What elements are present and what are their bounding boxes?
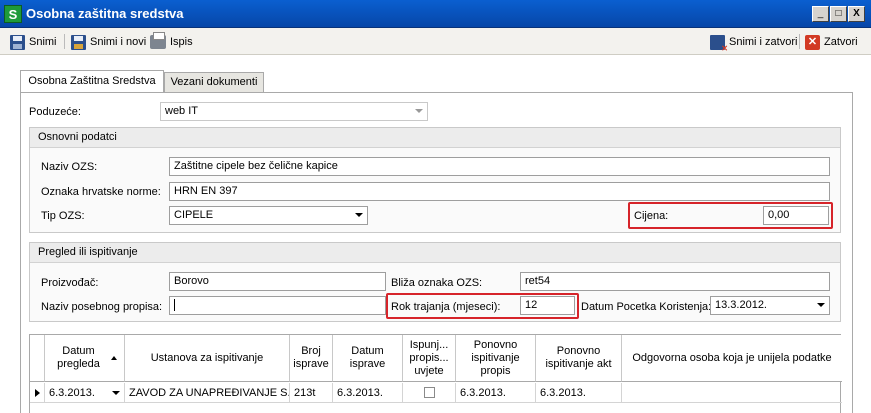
- title-bar: S Osobna zaštitna sredstva _ □ X: [0, 0, 871, 28]
- regulation-label: Naziv posebnog propisa:: [41, 301, 163, 313]
- cell-ponovno-propis[interactable]: 6.3.2013.: [456, 383, 536, 403]
- print-button[interactable]: Ispis: [150, 32, 193, 51]
- save-close-button[interactable]: Snimi i zatvori: [710, 33, 798, 53]
- cell-value: 6.3.2013.: [49, 386, 95, 399]
- row-indicator[interactable]: [30, 383, 45, 403]
- chevron-down-icon: [415, 109, 423, 113]
- text-cursor: [174, 299, 175, 312]
- save-new-button[interactable]: Snimi i novi: [71, 33, 146, 51]
- toolbar-separator: [64, 34, 65, 49]
- company-value: web IT: [165, 105, 199, 117]
- tab-osobna-zastitna-sredstva[interactable]: Osobna Zaštitna Sredstva: [20, 70, 164, 93]
- col-header-broj-isprave[interactable]: Broj isprave: [290, 335, 333, 382]
- manufacturer-label: Proizvođač:: [41, 277, 99, 289]
- company-label: Poduzeće:: [29, 106, 81, 118]
- basic-data-header: Osnovni podatci: [30, 128, 840, 148]
- norm-label: Oznaka hrvatske norme:: [41, 186, 161, 198]
- save-new-label: Snimi i novi: [90, 36, 147, 48]
- tab-vezani-dokumenti[interactable]: Vezani dokumenti: [164, 72, 264, 92]
- col-header-ponovno-propis[interactable]: Ponovno ispitivanje propis: [456, 335, 536, 382]
- cell-ponovno-akt[interactable]: 6.3.2013.: [536, 383, 622, 403]
- current-row-icon: [35, 388, 40, 397]
- manufacturer-input[interactable]: Borovo: [169, 272, 386, 291]
- print-label: Ispis: [170, 36, 193, 48]
- regulation-input[interactable]: [169, 296, 386, 315]
- close-label: Zatvori: [824, 36, 858, 48]
- duration-highlight: [386, 293, 579, 319]
- window-title: Osobna zaštitna sredstva: [26, 6, 184, 21]
- close-button[interactable]: ✕ Zatvori: [805, 33, 858, 51]
- toolbar: Snimi Snimi i novi Ispis Snimi i zatvori…: [0, 28, 871, 55]
- floppy-icon: [10, 34, 25, 50]
- start-date-value: 13.3.2012.: [715, 299, 767, 311]
- cell-datum-pregleda[interactable]: 6.3.2013.: [45, 383, 125, 403]
- toolbar-separator: [799, 34, 800, 49]
- inspection-grid: Datum pregleda Ustanova za ispitivanje B…: [29, 334, 842, 413]
- chevron-down-icon: [112, 391, 120, 395]
- save-button[interactable]: Snimi: [10, 33, 57, 51]
- save-close-icon: [710, 34, 728, 53]
- ozs-type-value: CIPELE: [174, 209, 214, 221]
- ozs-type-select[interactable]: CIPELE: [169, 206, 368, 225]
- app-icon: S: [4, 5, 22, 23]
- printer-icon: [150, 32, 166, 49]
- cell-datum-isprave[interactable]: 6.3.2013.: [333, 383, 403, 403]
- close-window-button[interactable]: X: [848, 6, 865, 22]
- chevron-down-icon: [355, 213, 363, 217]
- sort-ascending-icon: [110, 356, 117, 360]
- maximize-button[interactable]: □: [830, 6, 847, 22]
- row-header-corner: [30, 335, 45, 382]
- start-date-picker[interactable]: 13.3.2012.: [710, 296, 830, 315]
- ozs-name-input[interactable]: Zaštitne cipele bez čelične kapice: [169, 157, 830, 176]
- norm-input[interactable]: HRN EN 397: [169, 182, 830, 201]
- minimize-button[interactable]: _: [812, 6, 829, 22]
- close-icon: ✕: [805, 34, 820, 50]
- col-header-datum-isprave[interactable]: Datum isprave: [333, 335, 403, 382]
- cell-odgovorna-osoba[interactable]: [622, 383, 842, 403]
- closer-mark-input[interactable]: ret54: [520, 272, 830, 291]
- ozs-name-label: Naziv OZS:: [41, 161, 98, 173]
- start-date-label: Datum Pocetka Koristenja:: [581, 301, 712, 313]
- review-header: Pregled ili ispitivanje: [30, 243, 840, 263]
- save-close-label: Snimi i zatvori: [729, 36, 798, 48]
- save-label: Snimi: [29, 36, 57, 48]
- col-header-label: Datum pregleda: [57, 345, 100, 370]
- company-select[interactable]: web IT: [160, 102, 428, 121]
- chevron-down-icon: [817, 303, 825, 307]
- col-header-ispunjava-uvjete[interactable]: Ispunj... propis... uvjete: [403, 335, 456, 382]
- col-header-ustanova[interactable]: Ustanova za ispitivanje: [125, 335, 290, 382]
- closer-mark-label: Bliža oznaka OZS:: [391, 277, 483, 289]
- ozs-type-label: Tip OZS:: [41, 210, 85, 222]
- checkbox[interactable]: [423, 387, 435, 398]
- floppy-new-icon: [71, 34, 86, 50]
- cell-broj-isprave[interactable]: 213t: [290, 383, 333, 403]
- col-header-ponovno-akt[interactable]: Ponovno ispitivanje akt: [536, 335, 622, 382]
- col-header-odgovorna-osoba[interactable]: Odgovorna osoba koja je unijela podatke: [622, 335, 842, 382]
- cell-ustanova[interactable]: ZAVOD ZA UNAPREĐIVANJE S...: [125, 383, 290, 403]
- col-header-datum-pregleda[interactable]: Datum pregleda: [45, 335, 125, 382]
- price-highlight: [628, 202, 833, 229]
- cell-ispunjava-uvjete[interactable]: [403, 383, 456, 403]
